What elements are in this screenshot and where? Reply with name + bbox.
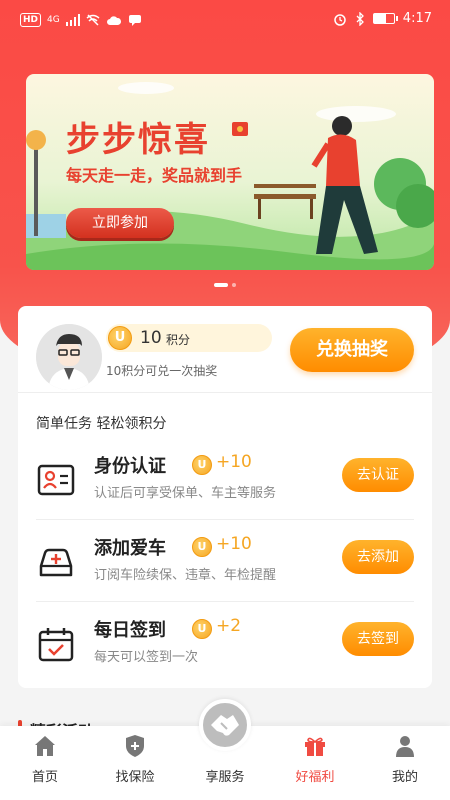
status-left: HD 4G xyxy=(20,13,142,27)
checkin-button[interactable]: 去签到 xyxy=(342,622,414,656)
handshake-icon xyxy=(211,715,239,736)
clock: 4:17 xyxy=(402,11,432,26)
banner-pagination xyxy=(0,283,450,287)
task-desc: 每天可以签到一次 xyxy=(94,650,199,665)
calendar-check-icon xyxy=(38,628,74,662)
task-reward: +10 xyxy=(216,452,252,472)
task-title: 身份认证 xyxy=(94,456,166,477)
task-title: 每日签到 xyxy=(94,620,166,641)
wifi-off-icon xyxy=(86,14,100,26)
banner-title: 步步惊喜 xyxy=(66,120,210,160)
welfare-card: U 10 积分 10积分可兑一次抽奖 兑换抽奖 简单任务 轻松领积分 身份认证 … xyxy=(18,306,432,688)
points-value: 10 xyxy=(140,328,162,348)
add-car-button[interactable]: 去添加 xyxy=(342,540,414,574)
verify-identity-button[interactable]: 去认证 xyxy=(342,458,414,492)
status-bar: HD 4G 4:17 xyxy=(0,0,450,42)
id-card-icon xyxy=(37,464,75,496)
banner-dot[interactable] xyxy=(232,283,236,287)
task-desc: 认证后可享受保单、车主等服务 xyxy=(94,486,277,501)
task-title: 添加爱车 xyxy=(94,538,166,559)
tab-home[interactable]: 首页 xyxy=(0,726,90,800)
coin-icon: U xyxy=(192,455,212,475)
task-item-checkin: 每日签到 U +2 每天可以签到一次 去签到 xyxy=(36,602,414,684)
network-label: 4G xyxy=(47,15,60,25)
avatar-icon xyxy=(36,324,102,390)
coin-icon: U xyxy=(108,326,132,350)
divider xyxy=(18,392,432,393)
shield-plus-icon xyxy=(126,735,144,757)
services-center-button[interactable] xyxy=(199,699,251,751)
task-desc: 订阅车险续保、违章、年检提醒 xyxy=(94,568,277,583)
home-icon xyxy=(35,736,55,756)
tab-welfare[interactable]: 好福利 xyxy=(270,726,360,800)
message-icon xyxy=(128,15,141,26)
points-unit: 积分 xyxy=(166,333,191,347)
promo-banner[interactable]: 步步惊喜 每天走一走，奖品就到手 立即参加 xyxy=(26,74,434,270)
tab-label: 首页 xyxy=(31,770,58,785)
tab-label: 好福利 xyxy=(295,770,335,785)
redeem-lottery-button[interactable]: 兑换抽奖 xyxy=(290,328,414,372)
alarm-icon xyxy=(334,13,346,26)
status-right: 4:17 xyxy=(333,11,432,26)
task-reward: +2 xyxy=(216,616,242,636)
banner-subtitle: 每天走一走，奖品就到手 xyxy=(66,166,243,185)
tab-label: 找保险 xyxy=(115,770,155,785)
hd-badge: HD xyxy=(20,13,42,27)
bluetooth-icon xyxy=(356,11,364,26)
banner-dot[interactable] xyxy=(214,283,228,287)
task-reward: +10 xyxy=(216,534,252,554)
task-item-identity: 身份认证 U +10 认证后可享受保单、车主等服务 去认证 xyxy=(36,438,414,520)
car-add-icon xyxy=(39,548,73,577)
user-icon xyxy=(396,736,414,757)
coin-icon: U xyxy=(192,537,212,557)
join-now-button[interactable]: 立即参加 xyxy=(66,208,174,238)
cloud-icon xyxy=(106,15,121,25)
battery-level xyxy=(373,14,386,23)
gift-icon xyxy=(305,737,325,756)
tasks-section-title: 简单任务 轻松领积分 xyxy=(36,416,167,432)
tab-label: 享服务 xyxy=(205,770,245,785)
coin-icon: U xyxy=(192,619,212,639)
tab-mine[interactable]: 我的 xyxy=(360,726,450,800)
signal-icon xyxy=(65,14,80,26)
task-item-add-car: 添加爱车 U +10 订阅车险续保、违章、年检提醒 去添加 xyxy=(36,520,414,602)
tab-insurance[interactable]: 找保险 xyxy=(90,726,180,800)
battery-icon xyxy=(372,13,398,24)
points-pill: U 10 积分 xyxy=(106,324,272,352)
tab-label: 我的 xyxy=(391,770,418,785)
points-hint: 10积分可兑一次抽奖 xyxy=(106,364,218,378)
avatar[interactable] xyxy=(36,324,102,390)
